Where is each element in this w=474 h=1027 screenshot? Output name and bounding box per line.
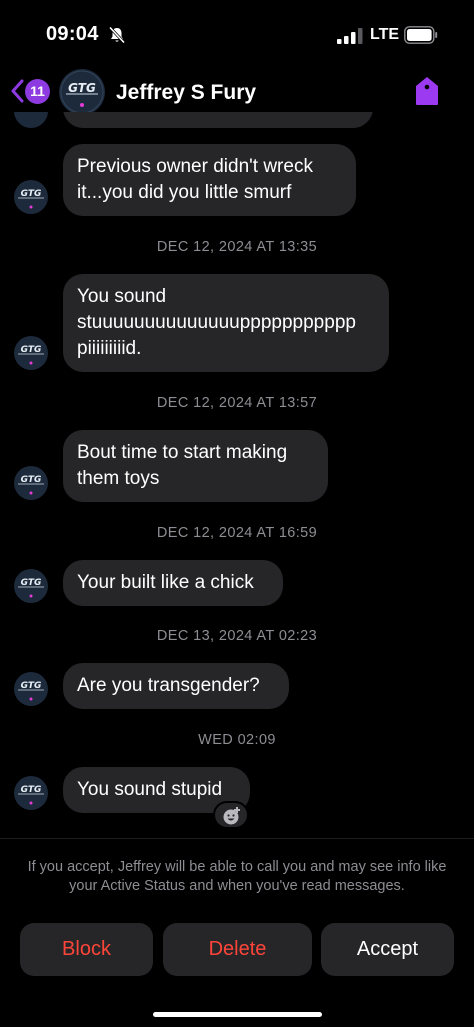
avatar-logo-text: GTG: [68, 81, 96, 95]
divider: [0, 838, 474, 839]
sender-avatar: GTG: [14, 776, 48, 810]
timestamp: DEC 12, 2024 AT 13:57: [156, 395, 318, 411]
unread-count-badge: 11: [25, 79, 50, 104]
message-bubble[interactable]: Bout time to start making them toys: [63, 430, 328, 502]
bell-off-icon: [108, 26, 126, 44]
reaction-button[interactable]: [213, 801, 249, 829]
signal-icon: [337, 28, 363, 44]
timestamp: DEC 12, 2024 AT 16:59: [156, 525, 318, 541]
contact-name[interactable]: Jeffrey S Fury: [116, 81, 256, 105]
sender-avatar: GTG: [14, 569, 48, 603]
message-bubble[interactable]: Are you transgender?: [63, 663, 289, 709]
sender-avatar: GTG: [14, 466, 48, 500]
chevron-left-icon: [11, 79, 24, 103]
battery-icon: [404, 26, 438, 44]
timestamp: WED 02:09: [198, 732, 276, 748]
accept-button[interactable]: Accept: [321, 923, 454, 976]
message-list[interactable]: Previous owner didn't wreck it...you did…: [0, 112, 474, 838]
status-time: 09:04: [46, 23, 99, 45]
message-bubble[interactable]: Your built like a chick: [63, 560, 283, 606]
avatar-logo-text: GTG: [21, 785, 42, 795]
timestamp: DEC 13, 2024 AT 02:23: [156, 628, 318, 644]
emoji-reaction-icon: [223, 807, 240, 825]
delete-button[interactable]: Delete: [163, 923, 312, 976]
avatar-logo-text: GTG: [21, 578, 42, 588]
sender-avatar: GTG: [14, 180, 48, 214]
avatar-logo-text: GTG: [21, 681, 42, 691]
message-bubble[interactable]: You sound stuuuuuuuuuuuuuuppppppppppp pi…: [63, 274, 389, 372]
back-button[interactable]: 11: [10, 76, 50, 106]
message-bubble-partial: [63, 112, 373, 128]
tag-icon[interactable]: [414, 76, 440, 106]
sender-avatar: GTG: [14, 336, 48, 370]
message-bubble[interactable]: Previous owner didn't wreck it...you did…: [63, 144, 356, 216]
timestamp: DEC 12, 2024 AT 13:35: [156, 239, 318, 255]
status-bar: 09:04 LTE: [0, 0, 474, 62]
block-button[interactable]: Block: [20, 923, 153, 976]
avatar-logo-text: GTG: [21, 189, 42, 199]
home-indicator[interactable]: [153, 1012, 322, 1017]
network-type: LTE: [370, 26, 400, 43]
message-request-notice: If you accept, Jeffrey will be able to c…: [27, 859, 447, 894]
avatar-logo-text: GTG: [21, 475, 42, 485]
contact-avatar[interactable]: GTG: [59, 69, 105, 115]
sender-avatar: GTG: [14, 672, 48, 706]
sender-avatar: [14, 112, 48, 128]
avatar-logo-text: GTG: [21, 345, 42, 355]
